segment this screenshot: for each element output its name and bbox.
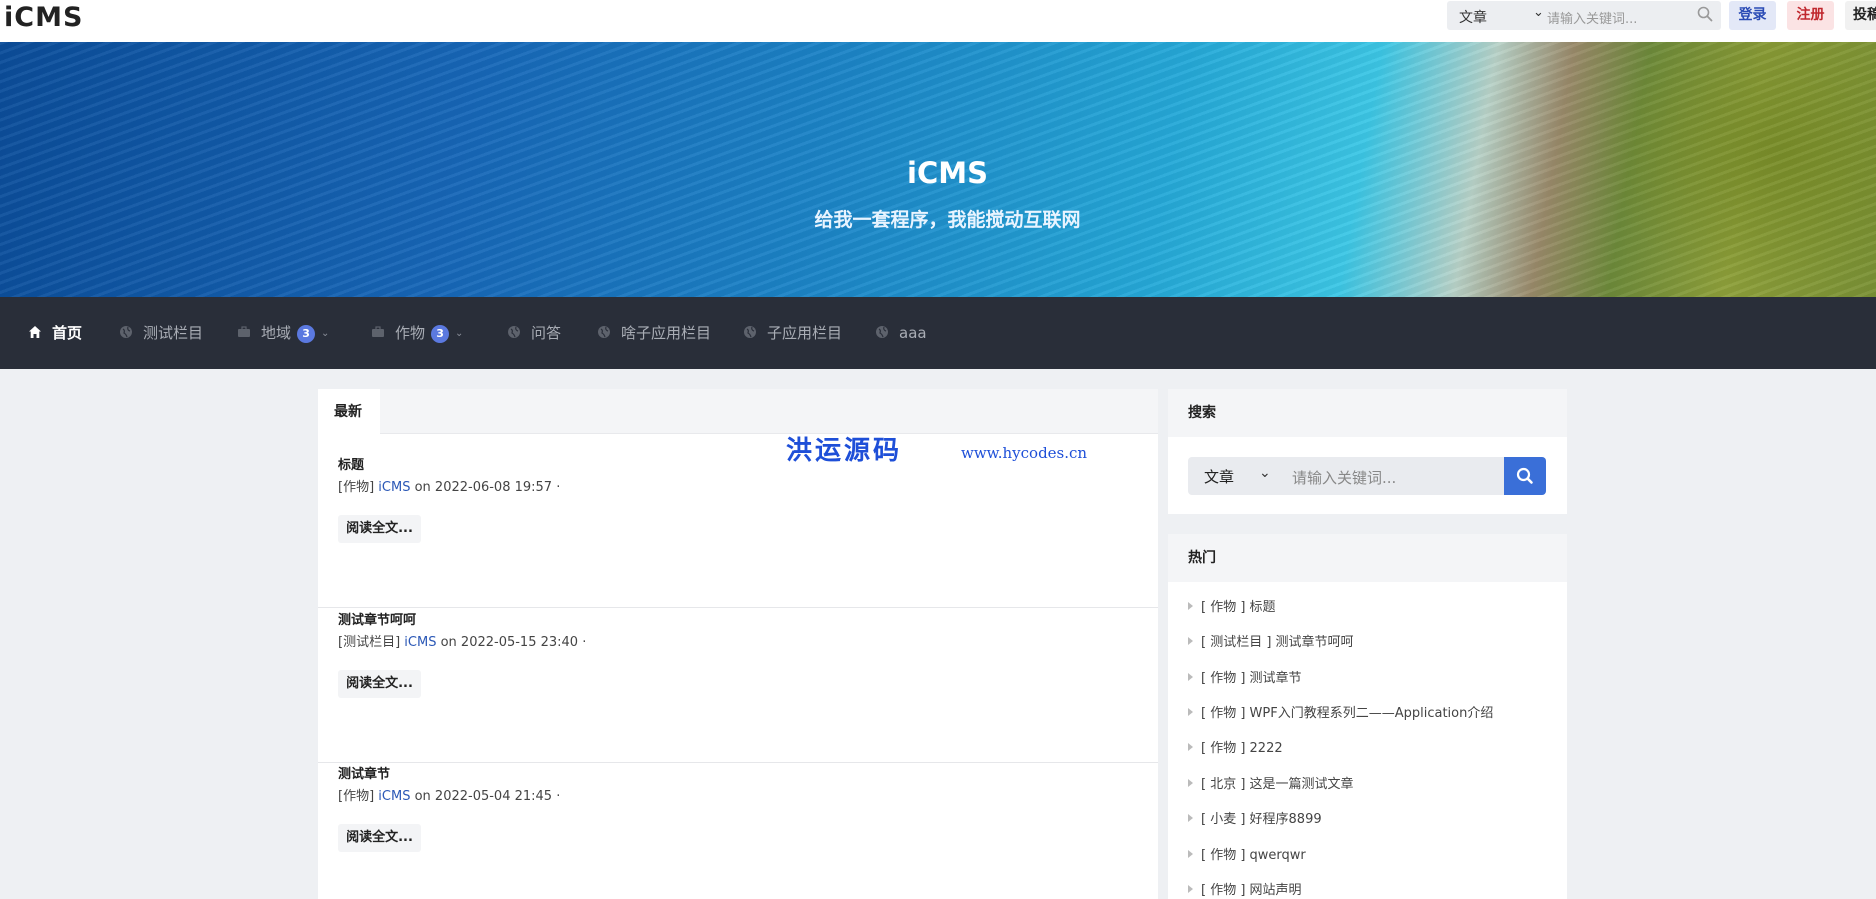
- nav-item-sub-app-column[interactable]: 子应用栏目: [743, 297, 842, 369]
- caret-right-icon: [1188, 602, 1193, 610]
- caret-right-icon: [1188, 850, 1193, 858]
- nav-item-label: 测试栏目: [143, 324, 204, 342]
- caret-right-icon: [1188, 673, 1193, 681]
- article-title[interactable]: 测试章节呵呵: [338, 609, 416, 628]
- article-meta: [测试栏目] iCMS on 2022-05-15 23:40 ·: [338, 631, 586, 650]
- globe-icon: [744, 326, 756, 338]
- hot-list-item[interactable]: [ 作物 ] 2222: [1188, 737, 1283, 756]
- article-item: 测试章节呵呵 [测试栏目] iCMS on 2022-05-15 23:40 ·…: [318, 609, 1158, 763]
- nav-item-home[interactable]: 首页: [28, 297, 82, 369]
- search-icon[interactable]: [1696, 5, 1714, 23]
- globe-icon: [598, 326, 610, 338]
- hot-list-item[interactable]: [ 作物 ] 标题: [1188, 596, 1276, 615]
- main-nav: 首页 测试栏目 地域 3 ⌄ 作物 3 ⌄ 问答 啥子应用栏目 子应用栏目 aaa: [0, 297, 1876, 369]
- sidebar-search-title: 搜索: [1168, 389, 1567, 437]
- globe-icon: [508, 326, 520, 338]
- site-logo[interactable]: iCMS: [4, 2, 83, 33]
- header-search-type-select[interactable]: 文章: [1459, 7, 1487, 27]
- read-more-button[interactable]: 阅读全文...: [338, 515, 421, 543]
- hot-list-item[interactable]: [ 小麦 ] 好程序8899: [1188, 808, 1322, 827]
- hot-list-item[interactable]: [ 作物 ] qwerqwr: [1188, 844, 1306, 863]
- nav-item-label: 首页: [52, 324, 83, 342]
- tab-bar: 最新: [318, 389, 1158, 435]
- caret-right-icon: [1188, 885, 1193, 893]
- count-badge: 3: [431, 325, 450, 343]
- nav-item-qa[interactable]: 问答: [507, 297, 561, 369]
- caret-right-icon: [1188, 743, 1193, 751]
- nav-item-label: 地域: [261, 324, 292, 342]
- hot-list-item[interactable]: [ 测试栏目 ] 测试章节呵呵: [1188, 631, 1354, 650]
- caret-right-icon: [1188, 814, 1193, 822]
- globe-icon: [120, 326, 132, 338]
- caret-right-icon: [1188, 637, 1193, 645]
- top-bar: iCMS 文章 ⌄ 请输入关键词... 登录 注册 投稿: [0, 0, 1876, 42]
- article-date: on 2022-05-15 23:40 ·: [436, 635, 587, 650]
- banner-title: iCMS: [907, 156, 988, 190]
- article-title[interactable]: 测试章节: [338, 763, 390, 782]
- header-search-input[interactable]: 请输入关键词...: [1547, 8, 1637, 27]
- chevron-down-icon[interactable]: ⌄: [455, 298, 463, 370]
- article-title[interactable]: 标题: [338, 454, 364, 473]
- count-badge: 3: [297, 325, 316, 343]
- article-author[interactable]: iCMS: [378, 789, 410, 804]
- register-button[interactable]: 注册: [1787, 1, 1834, 30]
- article-item: 标题 [作物] iCMS on 2022-06-08 19:57 · 阅读全文.…: [318, 454, 1158, 608]
- sidebar-hot-card: 热门 [ 作物 ] 标题 [ 测试栏目 ] 测试章节呵呵 [ 作物 ] 测试章节…: [1168, 534, 1567, 899]
- article-date: on 2022-06-08 19:57 ·: [410, 480, 561, 495]
- nav-item-region[interactable]: 地域 3 ⌄: [237, 297, 329, 369]
- article-item: 测试章节 [作物] iCMS on 2022-05-04 21:45 · 阅读全…: [318, 763, 1158, 899]
- read-more-button[interactable]: 阅读全文...: [338, 670, 421, 698]
- article-category[interactable]: [测试栏目]: [338, 635, 400, 650]
- nav-item-aaa[interactable]: aaa: [875, 297, 927, 369]
- sidebar-search-button[interactable]: [1504, 457, 1546, 495]
- chevron-down-icon[interactable]: ⌄: [1533, 5, 1544, 20]
- hot-list-item[interactable]: [ 作物 ] 网站声明: [1188, 879, 1302, 898]
- header-search-form: 文章 ⌄ 请输入关键词...: [1447, 1, 1721, 30]
- article-author[interactable]: iCMS: [404, 635, 436, 650]
- nav-item-label: 啥子应用栏目: [621, 324, 712, 342]
- banner-subtitle: 给我一套程序，我能搅动互联网: [814, 209, 1081, 231]
- briefcase-icon: [372, 326, 384, 337]
- hot-list-item[interactable]: [ 作物 ] WPF入门教程系列二——Application介绍: [1188, 702, 1493, 721]
- caret-right-icon: [1188, 779, 1193, 787]
- latest-articles-panel: 最新 洪运源码 www.hycodes.cn 标题 [作物] iCMS on 2…: [318, 389, 1158, 899]
- home-icon: [29, 326, 41, 338]
- read-more-button[interactable]: 阅读全文...: [338, 824, 421, 852]
- post-button[interactable]: 投稿: [1845, 1, 1876, 30]
- nav-item-app-column[interactable]: 啥子应用栏目: [597, 297, 711, 369]
- article-date: on 2022-05-04 21:45 ·: [410, 789, 561, 804]
- article-meta: [作物] iCMS on 2022-05-04 21:45 ·: [338, 785, 560, 804]
- hot-list-item[interactable]: [ 北京 ] 这是一篇测试文章: [1188, 773, 1354, 792]
- nav-item-test[interactable]: 测试栏目: [119, 297, 203, 369]
- nav-item-label: aaa: [899, 324, 927, 342]
- sidebar-search-form: 文章 ⌄ 请输入关键词...: [1188, 457, 1546, 495]
- article-category[interactable]: [作物]: [338, 480, 374, 495]
- sidebar-hot-title: 热门: [1168, 534, 1567, 582]
- nav-item-label: 问答: [531, 324, 562, 342]
- sidebar-search-input[interactable]: 请输入关键词...: [1292, 467, 1396, 488]
- tab-latest[interactable]: 最新: [318, 389, 380, 435]
- hero-banner: iCMS 给我一套程序，我能搅动互联网: [0, 42, 1876, 297]
- article-category[interactable]: [作物]: [338, 789, 374, 804]
- hot-list-item[interactable]: [ 作物 ] 测试章节: [1188, 667, 1302, 686]
- chevron-down-icon[interactable]: ⌄: [1259, 465, 1271, 481]
- chevron-down-icon[interactable]: ⌄: [321, 298, 329, 370]
- article-meta: [作物] iCMS on 2022-06-08 19:57 ·: [338, 476, 560, 495]
- sidebar-search-card: 搜索 文章 ⌄ 请输入关键词...: [1168, 389, 1567, 514]
- search-icon: [1516, 467, 1533, 484]
- globe-icon: [876, 326, 888, 338]
- briefcase-icon: [238, 326, 250, 337]
- nav-item-label: 子应用栏目: [767, 324, 843, 342]
- nav-item-crops[interactable]: 作物 3 ⌄: [371, 297, 463, 369]
- sidebar-search-type-select[interactable]: 文章: [1204, 466, 1234, 487]
- article-author[interactable]: iCMS: [378, 480, 410, 495]
- login-button[interactable]: 登录: [1729, 1, 1776, 30]
- caret-right-icon: [1188, 708, 1193, 716]
- nav-item-label: 作物: [395, 324, 426, 342]
